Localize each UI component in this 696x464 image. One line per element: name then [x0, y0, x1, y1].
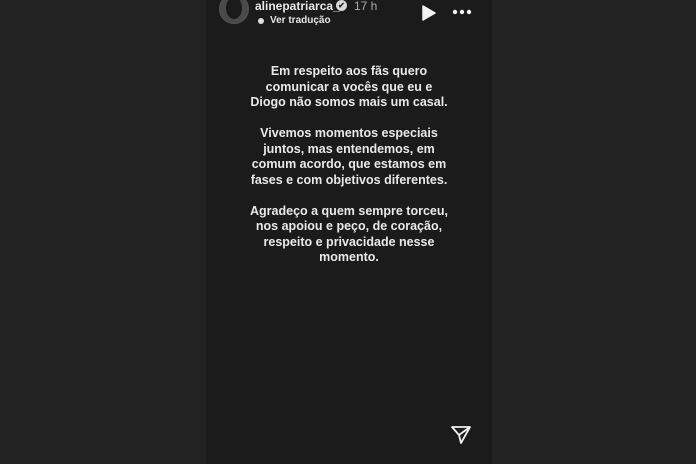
message-paragraph: Em respeito aos fãs quero comunicar a vo… [250, 64, 448, 109]
send-icon[interactable] [450, 424, 472, 446]
avatar[interactable] [219, 0, 249, 24]
post-time: 17 h [354, 0, 378, 13]
username[interactable]: alinepatriarca_ [255, 0, 340, 13]
translate-icon [258, 18, 264, 24]
translate-link[interactable]: Ver tradução [270, 15, 331, 26]
more-icon[interactable] [452, 6, 472, 18]
message-paragraph: Vivemos momentos especiais juntos, mas e… [250, 126, 448, 187]
verified-badge-icon: ✔ [336, 0, 347, 11]
play-icon[interactable] [422, 5, 436, 21]
story-message: Em respeito aos fãs quero comunicar a vo… [250, 64, 448, 281]
message-paragraph: Agradeço a quem sempre torceu, nos apoio… [250, 203, 448, 265]
story-header: alinepatriarca_ ✔ 17 h Ver tradução [218, 0, 480, 34]
